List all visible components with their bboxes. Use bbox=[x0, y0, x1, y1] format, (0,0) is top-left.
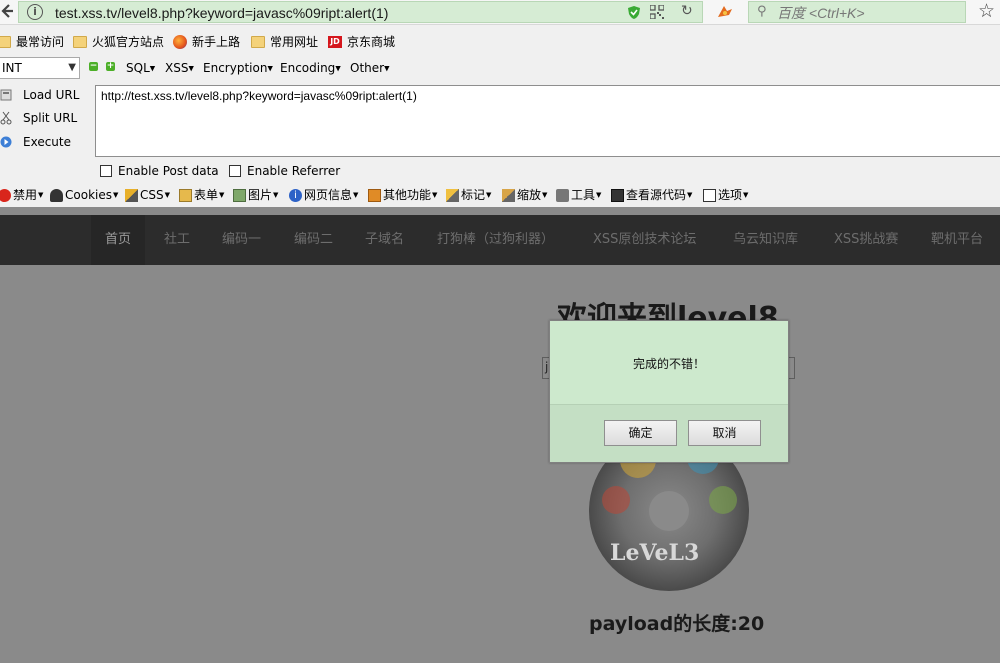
nav-item-home[interactable]: 首页 bbox=[91, 215, 146, 265]
scissors-icon bbox=[0, 111, 14, 125]
resize-icon bbox=[502, 188, 515, 202]
webdev-disable[interactable]: 禁用 ▼ bbox=[0, 187, 43, 203]
bookmark-star-icon[interactable]: ☆ bbox=[978, 0, 995, 22]
hackbar-toolbar: INT ▼ − + SQL▼ XSS▼ Encryption▼ Encoding… bbox=[0, 57, 1000, 80]
extension-icon[interactable] bbox=[715, 3, 735, 21]
webdev-cookies[interactable]: Cookies ▼ bbox=[50, 187, 118, 203]
nav-item[interactable]: 编码一 bbox=[222, 215, 261, 265]
webdev-tools[interactable]: 工具 ▼ bbox=[556, 187, 601, 203]
nav-item[interactable]: 子域名 bbox=[365, 215, 404, 265]
nav-item[interactable]: 乌云知识库 bbox=[733, 215, 798, 265]
bookmark-item[interactable]: 新手上路 bbox=[173, 34, 240, 50]
back-button[interactable] bbox=[0, 2, 18, 22]
back-arrow-icon bbox=[1, 4, 13, 18]
chevron-down-icon: ▼ bbox=[68, 62, 76, 73]
outline-pencil-icon bbox=[446, 188, 459, 202]
webdev-page-info[interactable]: i 网页信息 ▼ bbox=[289, 187, 358, 203]
dialog-footer: 确定 取消 bbox=[550, 404, 788, 462]
ok-button[interactable]: 确定 bbox=[604, 420, 677, 446]
jd-icon: JD bbox=[328, 36, 342, 48]
browser-toolbar: i test.xss.tv/level8.php?keyword=javasc%… bbox=[0, 0, 1000, 25]
reload-icon[interactable]: ↻ bbox=[681, 3, 693, 19]
plus-icon[interactable]: + bbox=[106, 62, 115, 71]
hackbar-url-textarea[interactable]: http://test.xss.tv/level8.php?keyword=ja… bbox=[95, 85, 1000, 157]
page-content: 首页 社工 编码一 编码二 子域名 打狗棒（过狗利器） XSS原创技术论坛 乌云… bbox=[0, 207, 1000, 663]
play-icon bbox=[0, 135, 14, 149]
folder-icon bbox=[73, 36, 87, 48]
folder-icon bbox=[0, 36, 11, 48]
menu-xss[interactable]: XSS▼ bbox=[165, 60, 194, 77]
bookmark-item[interactable]: 火狐官方站点 bbox=[73, 34, 164, 50]
alert-dialog: 完成的不错！ 确定 取消 bbox=[549, 320, 789, 463]
site-navbar: 首页 社工 编码一 编码二 子域名 打狗棒（过狗利器） XSS原创技术论坛 乌云… bbox=[0, 215, 1000, 265]
webdev-outline[interactable]: 标记 ▼ bbox=[446, 187, 491, 203]
nav-item[interactable]: XSS挑战赛 bbox=[834, 215, 898, 265]
folder-icon bbox=[251, 36, 265, 48]
webdev-view-source[interactable]: 查看源代码 ▼ bbox=[611, 187, 692, 203]
menu-encryption[interactable]: Encryption▼ bbox=[203, 60, 273, 77]
qr-code-icon[interactable] bbox=[650, 5, 664, 19]
payload-length-text: payload的长度:20 bbox=[589, 613, 765, 635]
webdev-resize[interactable]: 缩放 ▼ bbox=[502, 187, 547, 203]
menu-sql[interactable]: SQL▼ bbox=[126, 60, 155, 77]
webdev-forms[interactable]: 表单 ▼ bbox=[179, 187, 224, 203]
cancel-button[interactable]: 取消 bbox=[688, 420, 761, 446]
split-url-button[interactable]: Split URL bbox=[0, 110, 77, 126]
menu-other[interactable]: Other▼ bbox=[350, 60, 389, 77]
css-pencil-icon bbox=[125, 188, 138, 202]
nav-item[interactable]: 靶机平台 bbox=[931, 215, 983, 265]
nav-item[interactable]: 编码二 bbox=[294, 215, 333, 265]
enable-post-checkbox[interactable]: Enable Post data bbox=[100, 164, 219, 178]
url-text[interactable]: test.xss.tv/level8.php?keyword=javasc%09… bbox=[55, 4, 388, 22]
nav-item[interactable]: 打狗棒（过狗利器） bbox=[437, 215, 554, 265]
disable-icon bbox=[0, 188, 11, 202]
bookmark-item[interactable]: JD 京东商城 bbox=[328, 34, 395, 50]
checkbox-box[interactable] bbox=[229, 165, 241, 177]
menu-encoding[interactable]: Encoding▼ bbox=[280, 60, 341, 77]
execute-button[interactable]: Execute bbox=[0, 134, 71, 150]
info-icon: i bbox=[289, 188, 302, 202]
webdev-images[interactable]: 图片 ▼ bbox=[233, 187, 278, 203]
webdev-options[interactable]: 选项 ▼ bbox=[703, 187, 748, 203]
nav-item[interactable]: 社工 bbox=[164, 215, 190, 265]
shield-icon[interactable] bbox=[627, 5, 641, 20]
webdev-misc[interactable]: 其他功能 ▼ bbox=[368, 187, 437, 203]
hackbar-type-select[interactable]: INT ▼ bbox=[0, 57, 80, 79]
cookies-icon bbox=[50, 188, 63, 202]
search-icon: ⚲ bbox=[757, 4, 767, 19]
firefox-icon bbox=[173, 35, 187, 49]
svg-text:LeVeL3: LeVeL3 bbox=[610, 540, 699, 566]
misc-icon bbox=[368, 188, 381, 202]
search-placeholder: 百度 <Ctrl+K> bbox=[777, 5, 865, 21]
forms-icon bbox=[179, 188, 192, 202]
load-url-icon bbox=[0, 88, 14, 102]
checkbox-box[interactable] bbox=[100, 165, 112, 177]
info-icon[interactable]: i bbox=[27, 4, 43, 20]
search-field[interactable]: ⚲ 百度 <Ctrl+K> bbox=[748, 1, 966, 23]
images-icon bbox=[233, 188, 246, 202]
dialog-message: 完成的不错！ bbox=[632, 357, 705, 371]
webdev-css[interactable]: CSS ▼ bbox=[125, 187, 170, 203]
enable-referrer-checkbox[interactable]: Enable Referrer bbox=[229, 164, 340, 178]
webdev-toolbar: 禁用 ▼ Cookies ▼ CSS ▼ 表单 ▼ 图片 ▼ i 网页信息 ▼ 其他功能 ▼ 标… bbox=[0, 184, 1000, 206]
bookmark-item[interactable]: 最常访问 bbox=[0, 34, 64, 50]
options-icon bbox=[703, 188, 716, 202]
tools-icon bbox=[556, 188, 569, 202]
bookmark-item[interactable]: 常用网址 bbox=[251, 34, 318, 50]
load-url-button[interactable]: Load URL bbox=[0, 87, 79, 103]
minus-icon[interactable]: − bbox=[89, 62, 98, 71]
bookmarks-bar: 最常访问 火狐官方站点 新手上路 常用网址 JD 京东商城 bbox=[0, 31, 1000, 53]
nav-item[interactable]: XSS原创技术论坛 bbox=[593, 215, 696, 265]
view-source-icon bbox=[611, 188, 624, 202]
url-field[interactable]: i test.xss.tv/level8.php?keyword=javasc%… bbox=[18, 1, 703, 23]
